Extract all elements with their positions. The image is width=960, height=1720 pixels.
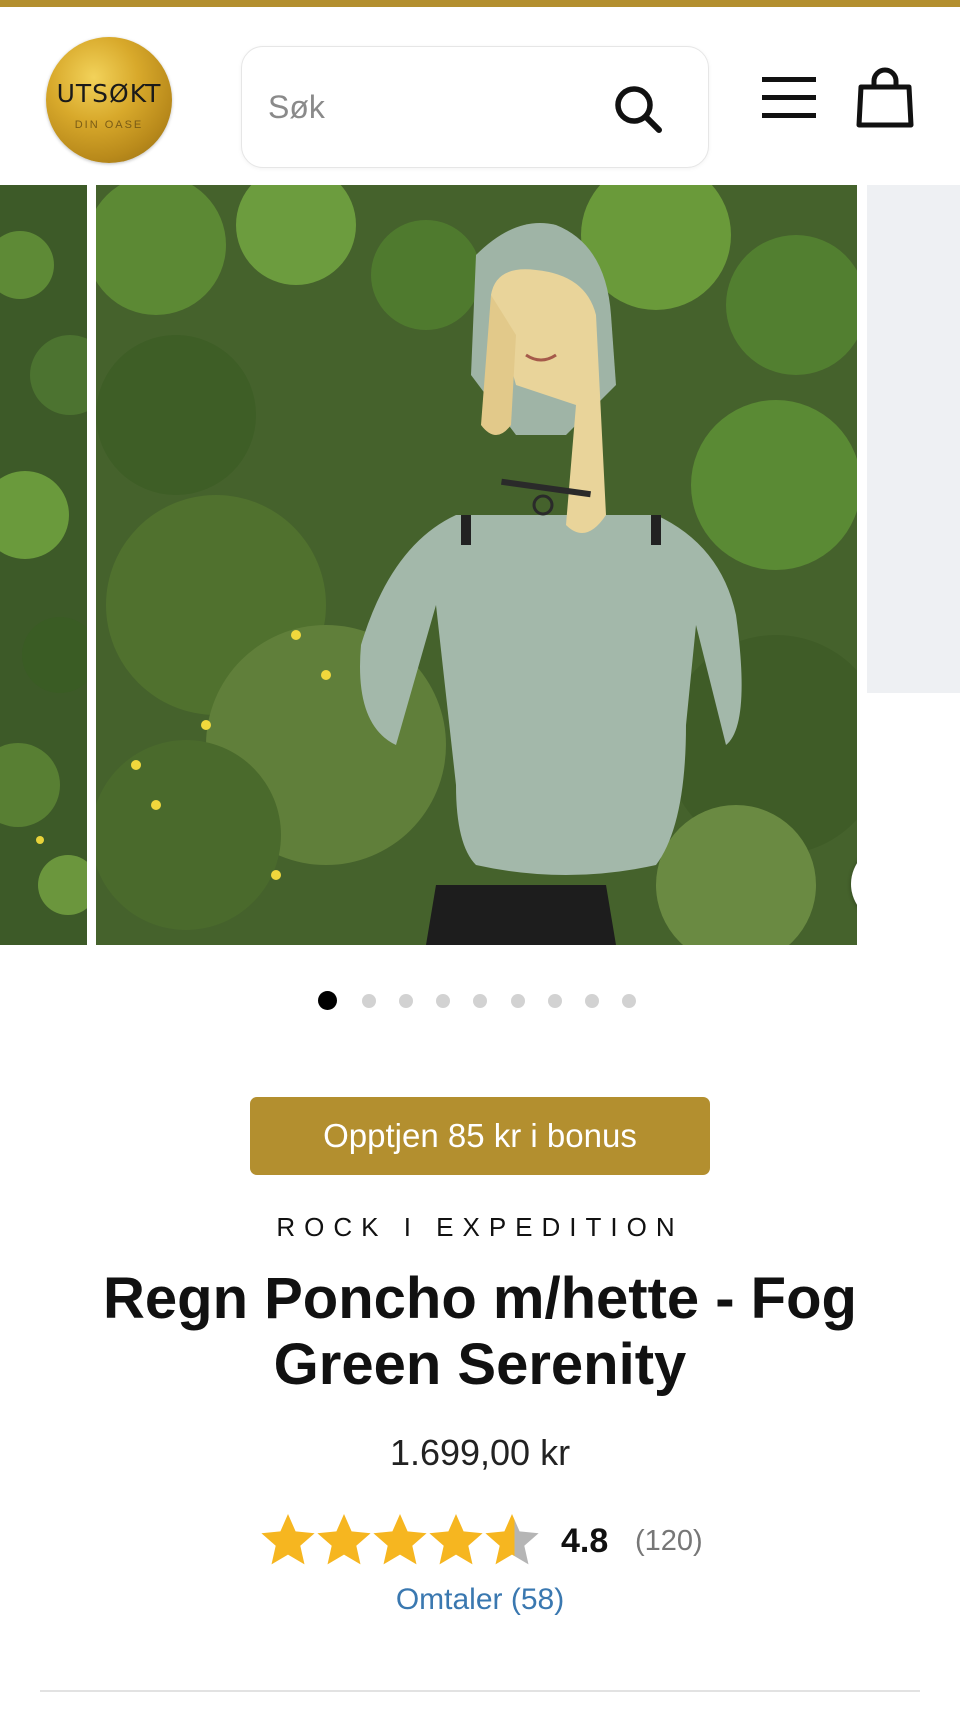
rating-count: (120) — [635, 1525, 703, 1557]
product-title: Regn Poncho m/hette - Fog Green Serenity — [103, 1266, 857, 1397]
reviews-link[interactable]: Omtaler (58) — [0, 1583, 960, 1617]
pagination-dot[interactable] — [622, 994, 636, 1008]
pagination-dot-active[interactable] — [318, 991, 337, 1010]
star-partial-icon — [485, 1514, 539, 1565]
star-icon — [317, 1514, 371, 1565]
logo-title: UTSØKT — [56, 79, 162, 108]
top-accent-bar — [0, 0, 960, 7]
earn-bonus-button[interactable]: Opptjen 85 kr i bonus — [250, 1097, 710, 1175]
star-icon — [429, 1514, 483, 1565]
search-box[interactable] — [241, 46, 709, 168]
search-input[interactable] — [268, 77, 588, 137]
product-image[interactable] — [96, 185, 857, 945]
product-brand[interactable]: ROCK I EXPEDITION — [0, 1212, 960, 1243]
rating-stars — [261, 1514, 539, 1565]
pagination-dot[interactable] — [473, 994, 487, 1008]
star-icon — [373, 1514, 427, 1565]
pagination-dot[interactable] — [362, 994, 376, 1008]
product-rating[interactable]: 4.8 (120) — [260, 1512, 720, 1572]
search-icon[interactable] — [612, 83, 664, 135]
pagination-dot[interactable] — [511, 994, 525, 1008]
logo[interactable]: UTSØKT DIN OASE — [46, 37, 172, 163]
pagination-dot[interactable] — [436, 994, 450, 1008]
shopping-bag-icon[interactable] — [856, 65, 914, 129]
section-divider — [40, 1690, 920, 1692]
pagination-dot[interactable] — [548, 994, 562, 1008]
next-slide-peek[interactable] — [867, 185, 960, 693]
star-icon — [261, 1514, 315, 1565]
rating-score: 4.8 — [561, 1522, 609, 1560]
gallery-pagination — [318, 990, 648, 1010]
pagination-dot[interactable] — [399, 994, 413, 1008]
product-price: 1.699,00 kr — [389, 1432, 571, 1473]
previous-slide-peek[interactable] — [0, 185, 110, 945]
hamburger-menu-icon[interactable] — [760, 73, 818, 123]
pagination-dot[interactable] — [585, 994, 599, 1008]
site-header: UTSØKT DIN OASE — [0, 7, 960, 185]
logo-subtitle: DIN OASE — [74, 119, 144, 131]
product-image-gallery[interactable] — [0, 185, 960, 945]
